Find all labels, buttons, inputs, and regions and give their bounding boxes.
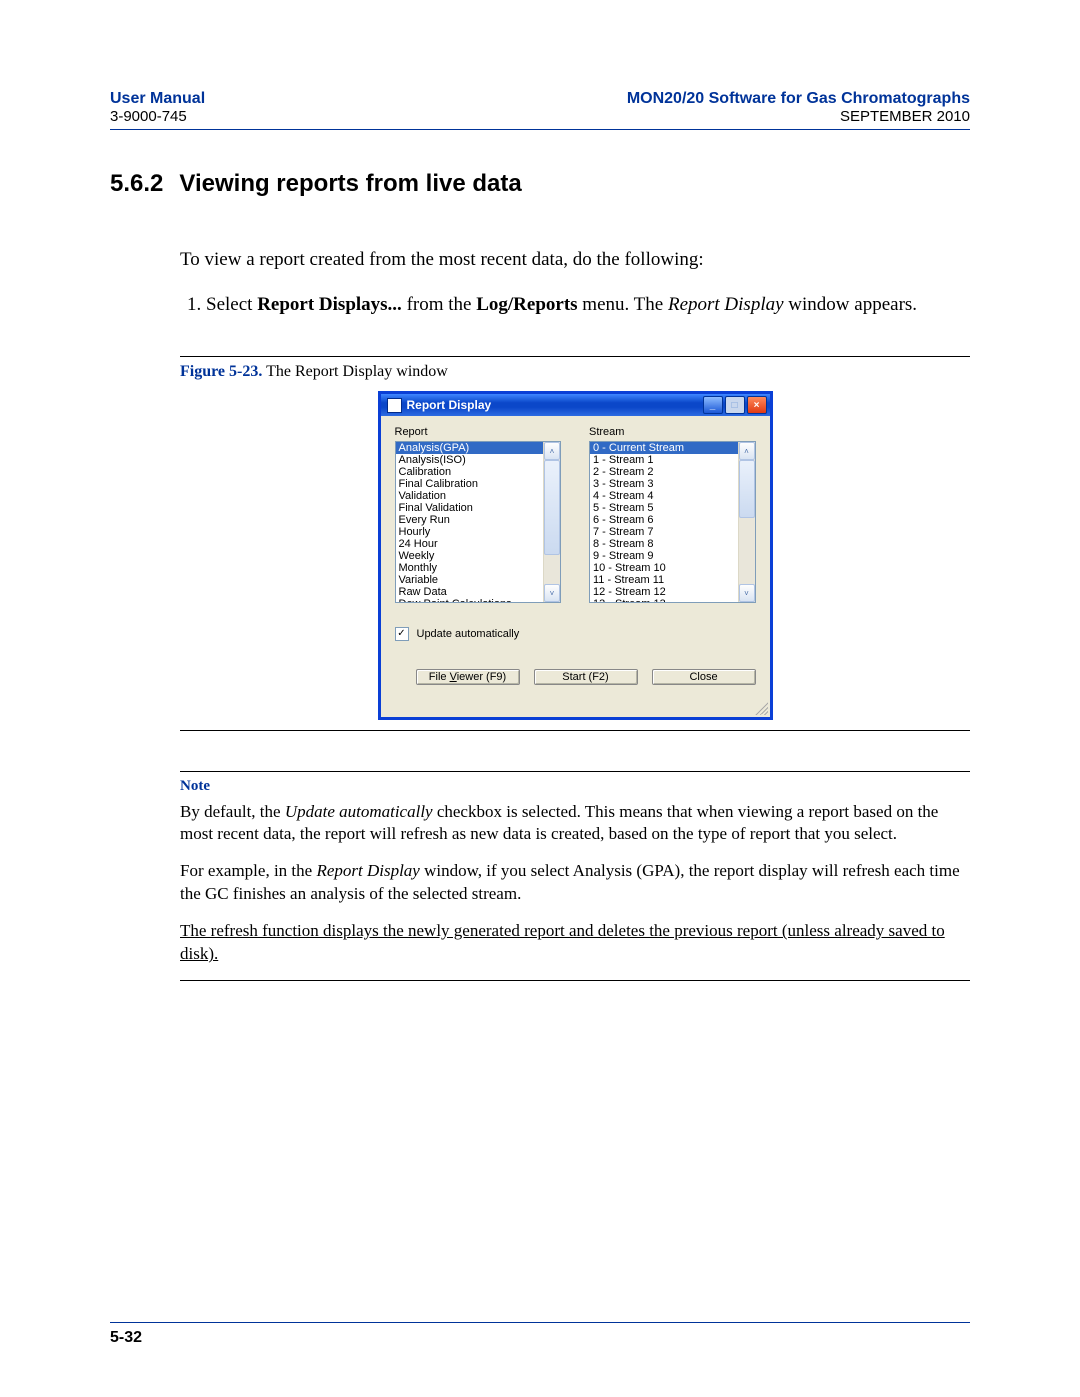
list-item[interactable]: Dew Point Calculations [396, 598, 544, 602]
note-p1: By default, the Update automatically che… [180, 801, 970, 847]
step-1: Select Report Displays... from the Log/R… [206, 292, 970, 318]
titlebar[interactable]: Report Display _ □ × [381, 394, 770, 416]
intro-text: To view a report created from the most r… [180, 247, 970, 273]
list-item[interactable]: 5 - Stream 5 [590, 502, 738, 514]
window-title: Report Display [407, 398, 492, 412]
list-item[interactable]: 6 - Stream 6 [590, 514, 738, 526]
manual-title: User Manual [110, 90, 205, 108]
list-item[interactable]: Final Calibration [396, 478, 544, 490]
scroll-down-icon[interactable]: ˅ [739, 584, 755, 602]
list-item[interactable]: 4 - Stream 4 [590, 490, 738, 502]
section-body: To view a report created from the most r… [180, 228, 970, 336]
list-item[interactable]: 3 - Stream 3 [590, 478, 738, 490]
close-dialog-button[interactable]: Close [652, 669, 756, 685]
report-column: Report Analysis(GPA)Analysis(ISO)Calibra… [395, 426, 562, 603]
list-item[interactable]: Analysis(GPA) [396, 442, 544, 454]
update-auto-checkbox[interactable]: ✓ [395, 627, 409, 641]
list-item[interactable]: Every Run [396, 514, 544, 526]
scroll-up-icon[interactable]: ˄ [544, 442, 560, 460]
list-item[interactable]: 8 - Stream 8 [590, 538, 738, 550]
note-p3: The refresh function displays the newly … [180, 920, 970, 966]
report-display-window: Report Display _ □ × Report Analysis(GPA… [378, 391, 773, 720]
list-item[interactable]: Monthly [396, 562, 544, 574]
page-number: 5-32 [110, 1329, 142, 1346]
maximize-button[interactable]: □ [725, 396, 745, 414]
figure-rule-bottom [180, 730, 970, 731]
list-item[interactable]: 10 - Stream 10 [590, 562, 738, 574]
scroll-thumb[interactable] [544, 460, 560, 555]
client-area: Report Analysis(GPA)Analysis(ISO)Calibra… [381, 416, 770, 699]
list-item[interactable]: 0 - Current Stream [590, 442, 738, 454]
figure-caption: Figure 5-23. The Report Display window [180, 363, 970, 381]
page-header: User Manual 3-9000-745 MON20/20 Software… [110, 90, 970, 130]
stream-items[interactable]: 0 - Current Stream1 - Stream 12 - Stream… [590, 442, 738, 602]
lists: Report Analysis(GPA)Analysis(ISO)Calibra… [395, 426, 756, 603]
figure-rule-top [180, 356, 970, 357]
list-item[interactable]: 2 - Stream 2 [590, 466, 738, 478]
list-item[interactable]: 24 Hour [396, 538, 544, 550]
resize-grip-area [381, 699, 770, 717]
list-item[interactable]: 7 - Stream 7 [590, 526, 738, 538]
list-item[interactable]: 11 - Stream 11 [590, 574, 738, 586]
stream-listbox[interactable]: 0 - Current Stream1 - Stream 12 - Stream… [589, 441, 756, 603]
section-heading: 5.6.2 Viewing reports from live data [110, 170, 970, 198]
note-rule-bottom [180, 980, 970, 981]
list-item[interactable]: Variable [396, 574, 544, 586]
stream-scrollbar[interactable]: ˄ ˅ [738, 442, 755, 602]
doc-number: 3-9000-745 [110, 108, 205, 125]
report-listbox[interactable]: Analysis(GPA)Analysis(ISO)CalibrationFin… [395, 441, 562, 603]
app-icon [387, 398, 402, 413]
list-item[interactable]: Analysis(ISO) [396, 454, 544, 466]
list-item[interactable]: Calibration [396, 466, 544, 478]
header-left: User Manual 3-9000-745 [110, 90, 205, 125]
note-label: Note [180, 776, 970, 796]
product-title: MON20/20 Software for Gas Chromatographs [627, 90, 970, 108]
section-number: 5.6.2 [110, 170, 163, 198]
button-row: File Viewer (F9) Start (F2) Close [395, 669, 756, 685]
report-scrollbar[interactable]: ˄ ˅ [543, 442, 560, 602]
list-item[interactable]: 9 - Stream 9 [590, 550, 738, 562]
stream-label: Stream [589, 426, 756, 438]
figure: Figure 5-23. The Report Display window R… [180, 356, 970, 731]
list-item[interactable]: Raw Data [396, 586, 544, 598]
list-item[interactable]: 13 - Stream 13 [590, 598, 738, 602]
section-title: Viewing reports from live data [179, 170, 521, 198]
note-section: Note By default, the Update automaticall… [180, 771, 970, 981]
file-viewer-button[interactable]: File Viewer (F9) [416, 669, 520, 685]
list-item[interactable]: 1 - Stream 1 [590, 454, 738, 466]
minimize-button[interactable]: _ [703, 396, 723, 414]
stream-column: Stream 0 - Current Stream1 - Stream 12 -… [589, 426, 756, 603]
list-item[interactable]: Weekly [396, 550, 544, 562]
page-footer: 5-32 [110, 1322, 970, 1347]
note-p2: For example, in the Report Display windo… [180, 860, 970, 906]
report-items[interactable]: Analysis(GPA)Analysis(ISO)CalibrationFin… [396, 442, 544, 602]
scroll-down-icon[interactable]: ˅ [544, 584, 560, 602]
checkbox-row: ✓ Update automatically [395, 627, 756, 641]
note-rule-top [180, 771, 970, 772]
list-item[interactable]: Final Validation [396, 502, 544, 514]
resize-grip-icon[interactable] [754, 701, 768, 715]
scroll-thumb[interactable] [739, 460, 755, 518]
list-item[interactable]: Hourly [396, 526, 544, 538]
page: User Manual 3-9000-745 MON20/20 Software… [0, 0, 1080, 1397]
update-auto-label: Update automatically [417, 628, 520, 640]
list-item[interactable]: Validation [396, 490, 544, 502]
start-button[interactable]: Start (F2) [534, 669, 638, 685]
scroll-up-icon[interactable]: ˄ [739, 442, 755, 460]
report-label: Report [395, 426, 562, 438]
list-item[interactable]: 12 - Stream 12 [590, 586, 738, 598]
doc-date: SEPTEMBER 2010 [627, 108, 970, 125]
close-button[interactable]: × [747, 396, 767, 414]
header-right: MON20/20 Software for Gas Chromatographs… [627, 90, 970, 125]
